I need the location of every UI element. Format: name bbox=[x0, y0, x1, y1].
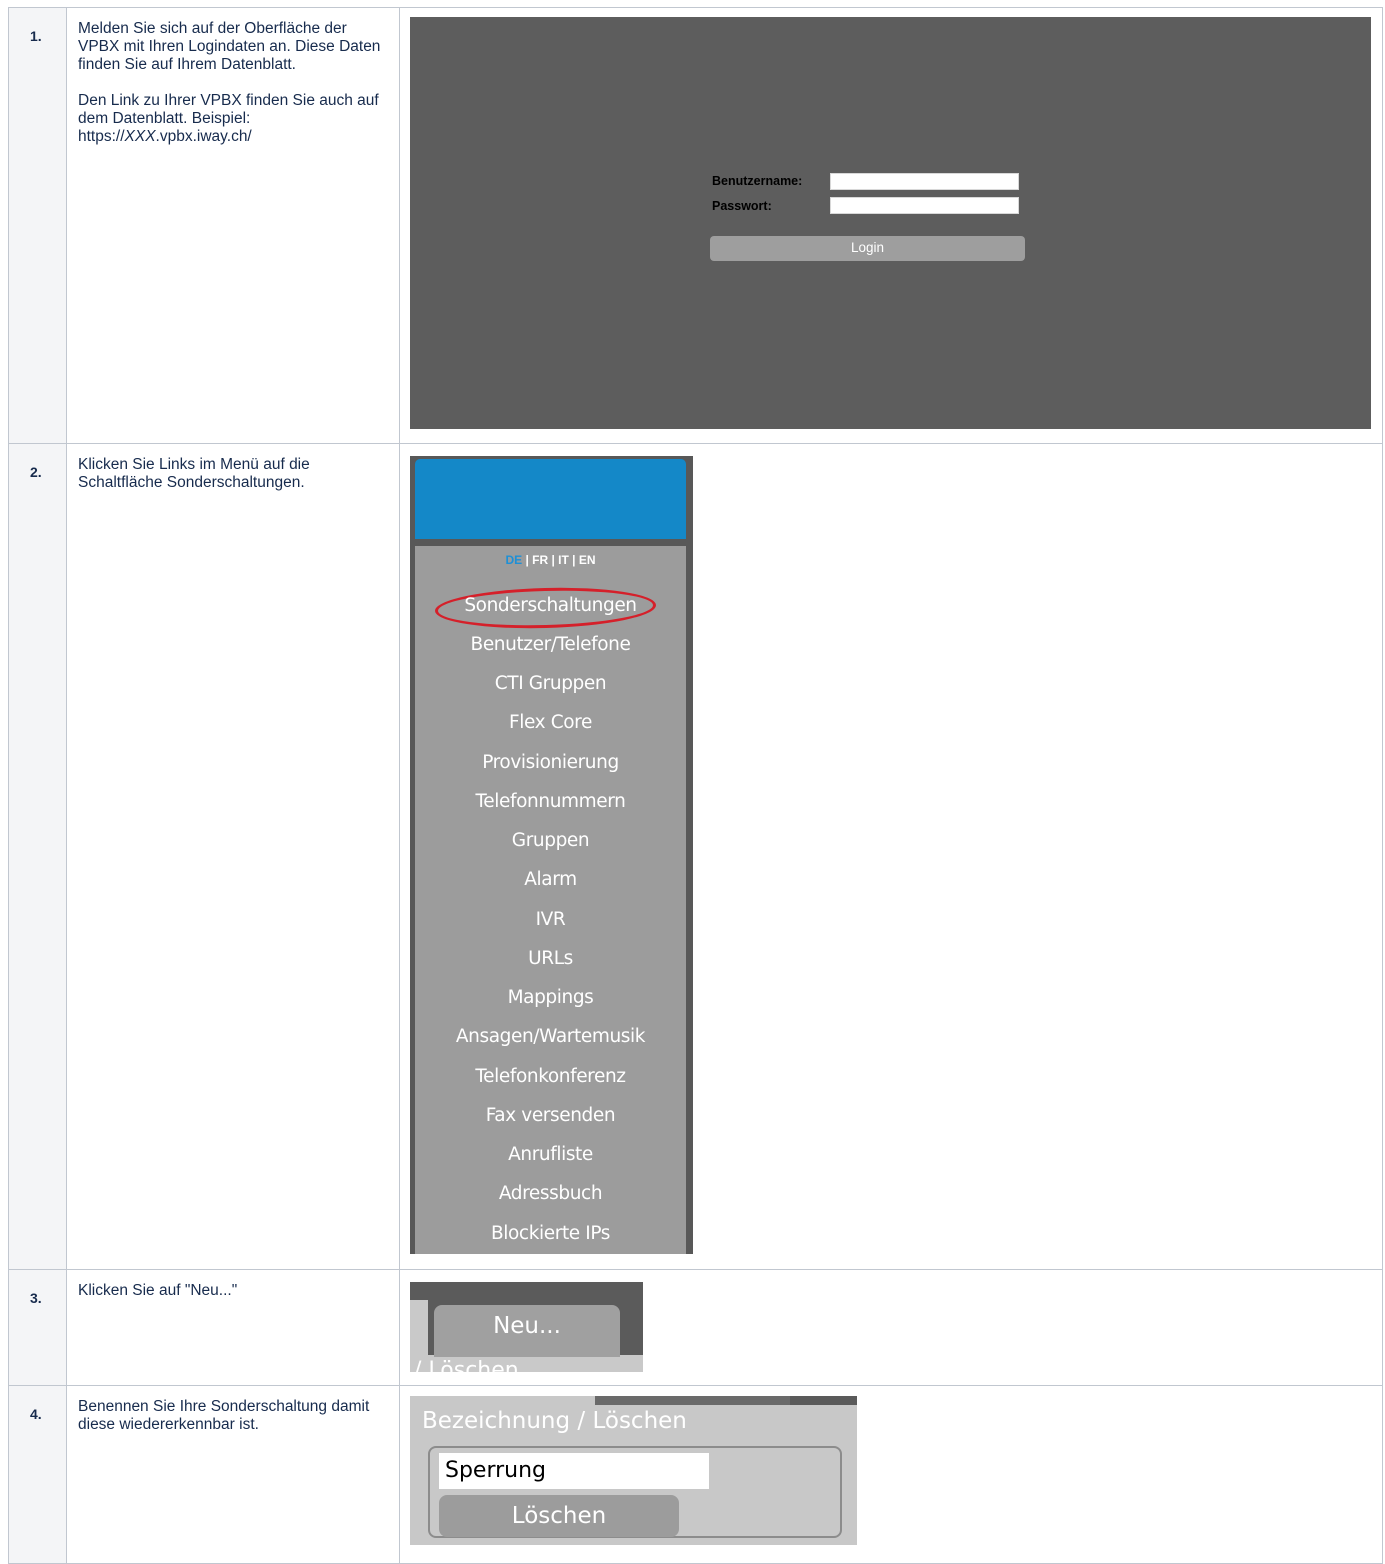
menu-screenshot: DE | FR | IT | EN Sonderschaltungen Benu… bbox=[410, 456, 693, 1254]
step-text: Den Link zu Ihrer VPBX finden Sie auch a… bbox=[78, 92, 379, 127]
delete-button[interactable]: Löschen bbox=[439, 1495, 679, 1537]
menu-item-ivr[interactable]: IVR bbox=[415, 909, 686, 930]
step-number-cell: 2. bbox=[8, 443, 67, 1270]
step-row-4: 4. Benennen Sie Ihre Sonderschaltung dam… bbox=[8, 1385, 1383, 1564]
vpbx-link-example: https://XXX.vpbx.iway.ch/ bbox=[78, 128, 252, 145]
step-description-cell: Klicken Sie auf "Neu..." bbox=[66, 1269, 400, 1386]
lang-de[interactable]: DE bbox=[505, 553, 522, 567]
menu-item-flex-core[interactable]: Flex Core bbox=[415, 712, 686, 733]
neu-tab[interactable]: Neu... bbox=[434, 1305, 620, 1357]
menu-body: DE | FR | IT | EN Sonderschaltungen Benu… bbox=[415, 546, 686, 1254]
step-number-cell: 1. bbox=[8, 7, 67, 444]
name-field-screenshot: Bezeichnung / Löschen Sperrung Löschen bbox=[410, 1396, 857, 1545]
menu-item-urls[interactable]: URLs bbox=[415, 948, 686, 969]
step-description-cell: Melden Sie sich auf der Oberfläche der V… bbox=[66, 7, 400, 444]
top-divider-dark bbox=[790, 1396, 857, 1405]
screenshot-cell: Bezeichnung / Löschen Sperrung Löschen bbox=[399, 1385, 1383, 1564]
menu-item-telefonnummern[interactable]: Telefonnummern bbox=[415, 791, 686, 812]
menu-item-mappings[interactable]: Mappings bbox=[415, 987, 686, 1008]
menu-item-fax-versenden[interactable]: Fax versenden bbox=[415, 1105, 686, 1126]
menu-item-benutzer-telefone[interactable]: Benutzer/Telefone bbox=[415, 634, 686, 655]
menu-item-provisionierung[interactable]: Provisionierung bbox=[415, 752, 686, 773]
step-number: 2. bbox=[30, 464, 42, 480]
screenshot-cell: Neu... / Löschen bbox=[399, 1269, 1383, 1386]
menu-header bbox=[415, 459, 686, 539]
step-number: 1. bbox=[30, 28, 42, 44]
step-text: Benennen Sie Ihre Sonderschaltung damit … bbox=[78, 1398, 370, 1433]
menu-item-alarm[interactable]: Alarm bbox=[415, 869, 686, 890]
step-text: Melden Sie sich auf der Oberfläche der V… bbox=[78, 20, 381, 73]
section-title: Bezeichnung / Löschen bbox=[422, 1408, 687, 1434]
name-input[interactable]: Sperrung bbox=[439, 1453, 709, 1489]
step-number-cell: 3. bbox=[8, 1269, 67, 1386]
step-number: 4. bbox=[30, 1406, 42, 1422]
step-text: Klicken Sie Links im Menü auf die Schalt… bbox=[78, 456, 310, 491]
step-text: Klicken Sie auf "Neu..." bbox=[78, 1282, 238, 1299]
step-description-cell: Benennen Sie Ihre Sonderschaltung damit … bbox=[66, 1385, 400, 1564]
step-row-2: 2. Klicken Sie Links im Menü auf die Sch… bbox=[8, 443, 1383, 1270]
username-label: Benutzername: bbox=[712, 174, 803, 188]
menu-item-adressbuch[interactable]: Adressbuch bbox=[415, 1183, 686, 1204]
menu-item-ansagen-wartemusik[interactable]: Ansagen/Wartemusik bbox=[415, 1026, 686, 1047]
step-description-cell: Klicken Sie Links im Menü auf die Schalt… bbox=[66, 443, 400, 1270]
menu-item-telefonkonferenz[interactable]: Telefonkonferenz bbox=[415, 1066, 686, 1087]
cut-off-heading: / Löschen bbox=[414, 1358, 519, 1372]
login-screenshot: Benutzername: Passwort: Login bbox=[410, 17, 1371, 429]
step-number: 3. bbox=[30, 1290, 42, 1306]
menu-item-sonderschaltungen[interactable]: Sonderschaltungen bbox=[415, 595, 686, 616]
menu-item-blockierte-ips[interactable]: Blockierte IPs bbox=[415, 1223, 686, 1244]
lang-others[interactable]: | FR | IT | EN bbox=[522, 553, 595, 567]
login-button[interactable]: Login bbox=[710, 236, 1025, 261]
menu-item-gruppen[interactable]: Gruppen bbox=[415, 830, 686, 851]
step-number-cell: 4. bbox=[8, 1385, 67, 1564]
step-row-3: 3. Klicken Sie auf "Neu..." Neu... / Lös… bbox=[8, 1269, 1383, 1386]
screenshot-cell: Benutzername: Passwort: Login bbox=[399, 7, 1383, 444]
instructions-table: 1. Melden Sie sich auf der Oberfläche de… bbox=[8, 7, 1383, 1564]
new-tab-screenshot: Neu... / Löschen bbox=[410, 1282, 643, 1372]
username-input[interactable] bbox=[830, 173, 1019, 190]
screenshot-cell: DE | FR | IT | EN Sonderschaltungen Benu… bbox=[399, 443, 1383, 1270]
language-switcher[interactable]: DE | FR | IT | EN bbox=[415, 553, 686, 567]
password-input[interactable] bbox=[830, 197, 1019, 214]
menu-item-cti-gruppen[interactable]: CTI Gruppen bbox=[415, 673, 686, 694]
password-label: Passwort: bbox=[712, 199, 772, 213]
menu-item-anrufliste[interactable]: Anrufliste bbox=[415, 1144, 686, 1165]
tab-bar-edge bbox=[410, 1300, 428, 1360]
step-row-1: 1. Melden Sie sich auf der Oberfläche de… bbox=[8, 7, 1383, 444]
